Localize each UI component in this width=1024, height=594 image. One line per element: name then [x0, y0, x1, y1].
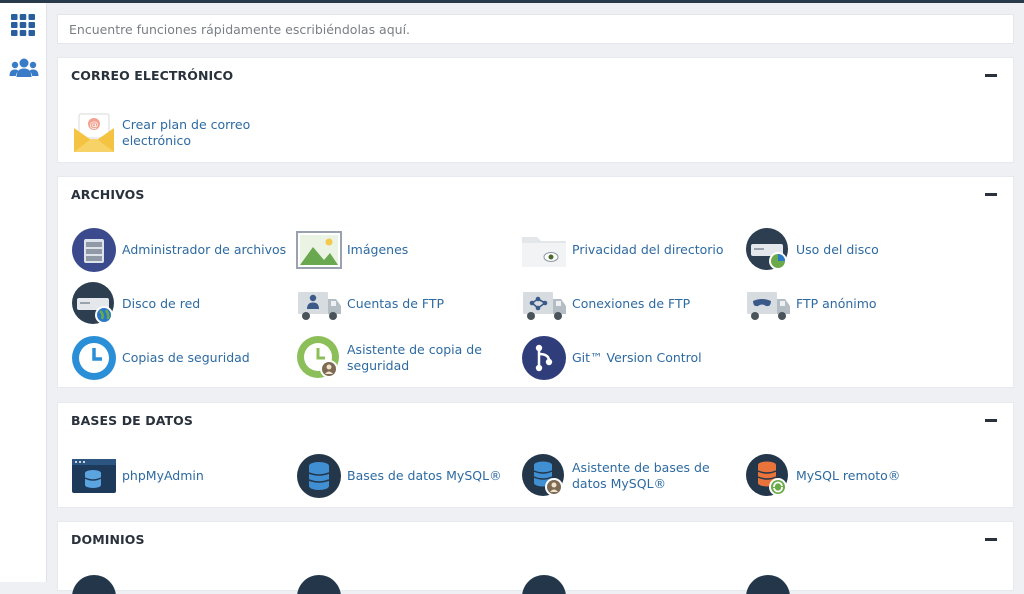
ftp-connections-icon	[523, 292, 566, 320]
item-label: Administrador de archivos	[122, 242, 287, 257]
item-images[interactable]: Imágenes	[296, 227, 514, 273]
backup-icon	[72, 336, 116, 380]
item-label: Uso del disco	[796, 242, 879, 257]
item-label: Conexiones de FTP	[572, 296, 691, 311]
section-title: CORREO ELECTRÓNICO	[71, 68, 234, 83]
phpmyadmin-icon	[72, 459, 116, 493]
item-label: Bases de datos MySQL®	[347, 468, 502, 483]
item-file-manager[interactable]: Administrador de archivos	[71, 227, 289, 273]
item-phpmyadmin[interactable]: phpMyAdmin	[71, 453, 289, 499]
item-label: Asistente de copia de seguridad	[347, 342, 482, 373]
item-label: MySQL remoto®	[796, 468, 901, 483]
left-sidebar	[0, 3, 47, 582]
disk-usage-icon	[746, 228, 788, 270]
ftp-accounts-icon	[298, 292, 341, 320]
item-network-disk[interactable]: Disco de red	[71, 281, 289, 327]
item-label: Asistente de bases de datos MySQL®	[572, 460, 710, 491]
collapse-button[interactable]	[985, 74, 997, 77]
mail-envelope-icon: @	[74, 113, 114, 152]
item-label: phpMyAdmin	[122, 468, 204, 483]
section-title: ARCHIVOS	[71, 187, 145, 202]
mysql-wizard-icon	[522, 454, 564, 496]
item-ftp-connections[interactable]: Conexiones de FTP	[521, 281, 739, 327]
item-label: Imágenes	[347, 242, 409, 257]
item-label: Disco de red	[122, 296, 201, 311]
apps-grid-icon[interactable]	[9, 12, 37, 38]
item-label: Cuentas de FTP	[347, 296, 445, 311]
domains-section: DOMINIOS	[57, 521, 1014, 594]
files-section: ARCHIVOS Administrador de archivos Imáge…	[57, 176, 1014, 388]
section-title: DOMINIOS	[71, 532, 145, 547]
file-manager-icon	[72, 228, 116, 272]
item-git-version-control[interactable]: Git™ Version Control	[521, 335, 739, 381]
item-anonymous-ftp[interactable]: FTP anónimo	[745, 281, 963, 327]
domain-item-icon	[297, 575, 341, 594]
domain-item-icon	[746, 575, 790, 594]
backup-wizard-icon	[297, 336, 339, 378]
remote-mysql-icon	[746, 454, 788, 496]
item-directory-privacy[interactable]: Privacidad del directorio	[521, 227, 739, 273]
svg-text:@: @	[90, 121, 99, 131]
anonymous-ftp-icon	[747, 292, 790, 320]
domain-item-icon	[522, 575, 566, 594]
item-label: Privacidad del directorio	[572, 242, 724, 257]
item-label: FTP anónimo	[796, 296, 877, 311]
item-backups[interactable]: Copias de seguridad	[71, 335, 289, 381]
item-ftp-accounts[interactable]: Cuentas de FTP	[296, 281, 514, 327]
collapse-button[interactable]	[985, 538, 997, 541]
item-label: Git™ Version Control	[572, 350, 702, 365]
item-mysql-wizard[interactable]: Asistente de bases de datos MySQL®	[521, 453, 739, 499]
item-mysql-databases[interactable]: Bases de datos MySQL®	[296, 453, 514, 499]
collapse-button[interactable]	[985, 419, 997, 422]
item-label: Crear plan de correo electrónico	[122, 117, 251, 148]
git-icon	[522, 336, 566, 380]
item-disk-usage[interactable]: Uso del disco	[745, 227, 963, 273]
domain-item-icon	[72, 575, 116, 594]
search-input[interactable]	[57, 14, 1014, 44]
users-icon[interactable]	[9, 56, 39, 82]
item-backup-wizard[interactable]: Asistente de copia de seguridad	[296, 335, 514, 381]
section-title: BASES DE DATOS	[71, 413, 193, 428]
item-label: Copias de seguridad	[122, 350, 250, 365]
network-disk-icon	[72, 282, 114, 324]
folder-privacy-icon	[522, 237, 566, 267]
databases-section: BASES DE DATOS phpMyAdmin Bases de datos…	[57, 402, 1014, 508]
item-create-email[interactable]: @ Crear plan de correo electrónico	[71, 110, 289, 156]
email-section: CORREO ELECTRÓNICO @ Crear plan de corre…	[57, 57, 1014, 163]
item-remote-mysql[interactable]: MySQL remoto®	[745, 453, 963, 499]
images-icon	[296, 231, 342, 269]
mysql-databases-icon	[297, 454, 341, 498]
collapse-button[interactable]	[985, 193, 997, 196]
main-content: CORREO ELECTRÓNICO @ Crear plan de corre…	[57, 0, 1014, 594]
